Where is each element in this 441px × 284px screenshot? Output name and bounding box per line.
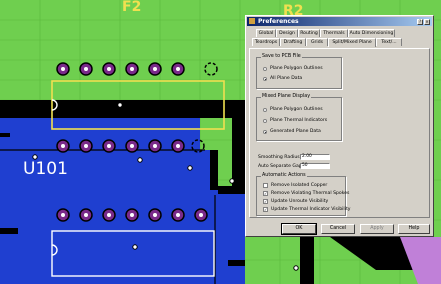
- cancel-button[interactable]: Cancel: [321, 224, 355, 234]
- radio-display-generated-data[interactable]: Generated Plane Data: [263, 129, 321, 134]
- top-fragment-label: F2: [122, 0, 141, 15]
- auto-separate-gap-label: Auto Separate Gap:: [258, 164, 304, 169]
- tab-global[interactable]: Global: [256, 29, 276, 37]
- preferences-dialog[interactable]: Preferences ? × Global Design Routing Th…: [245, 15, 434, 237]
- save-pcb-group: Save to PCB File Plane Polygon Outlines …: [256, 54, 342, 89]
- group-title: Automatic Actions: [261, 173, 307, 178]
- pcb-editor-view[interactable]: U101 F2 R2 Preferences ? × Global Design…: [0, 0, 441, 284]
- tab-design[interactable]: Design: [276, 29, 298, 37]
- app-icon: [249, 18, 255, 24]
- group-title: Mixed Plane Display: [261, 94, 312, 99]
- radio-all-plane-data[interactable]: All Plane Data: [263, 76, 302, 81]
- tab-drafting[interactable]: Drafting: [280, 38, 306, 46]
- radio-plane-polygon-outlines[interactable]: Plane Polygon Outlines: [263, 66, 323, 71]
- radio-display-thermal-indicators[interactable]: Plane Thermal Indicators: [263, 118, 327, 123]
- automatic-actions-group: Automatic Actions Remove Isolated Copper…: [256, 173, 351, 216]
- smoothing-radius-input[interactable]: 2.00: [300, 154, 330, 160]
- radio-display-outlines[interactable]: Plane Polygon Outlines: [263, 107, 323, 112]
- tab-thermals[interactable]: Thermals: [320, 29, 348, 37]
- dialog-title: Preferences: [258, 18, 299, 25]
- tab-routing[interactable]: Routing: [298, 29, 320, 37]
- tab-split-mixed-plane[interactable]: Split/Mixed Plane: [328, 38, 376, 47]
- auto-separate-gap-input[interactable]: 50: [300, 163, 330, 169]
- group-title: Save to PCB File: [261, 54, 302, 59]
- tab-panel: Save to PCB File Plane Polygon Outlines …: [249, 48, 430, 218]
- component-designator: U101: [23, 159, 68, 179]
- mixed-plane-group: Mixed Plane Display Plane Polygon Outlin…: [256, 94, 342, 141]
- tab-grids[interactable]: Grids: [306, 38, 328, 46]
- title-bar[interactable]: Preferences ? ×: [247, 17, 432, 26]
- checkbox-update-unroute-visibility[interactable]: ✓ Update Unroute Visibility: [263, 199, 328, 204]
- checkbox-update-thermal-indicator[interactable]: ✓ Update Thermal Indicator Visibility: [263, 207, 351, 212]
- tab-teardrops[interactable]: Teardrops: [252, 38, 280, 46]
- help-button[interactable]: Help: [398, 224, 430, 234]
- ok-button[interactable]: OK: [281, 223, 317, 235]
- help-title-button[interactable]: ?: [417, 19, 423, 25]
- tab-auto-dimensioning[interactable]: Auto Dimensioning: [348, 29, 395, 37]
- apply-button[interactable]: Apply: [360, 224, 394, 234]
- smoothing-radius-label: Smoothing Radius:: [258, 155, 302, 160]
- checkbox-remove-violating-spokes[interactable]: ✓ Remove Violating Thermal Spokes: [263, 191, 349, 196]
- tab-text[interactable]: Text/...: [376, 38, 402, 46]
- checkbox-remove-isolated-copper[interactable]: Remove Isolated Copper: [263, 183, 327, 188]
- close-icon[interactable]: ×: [424, 19, 430, 25]
